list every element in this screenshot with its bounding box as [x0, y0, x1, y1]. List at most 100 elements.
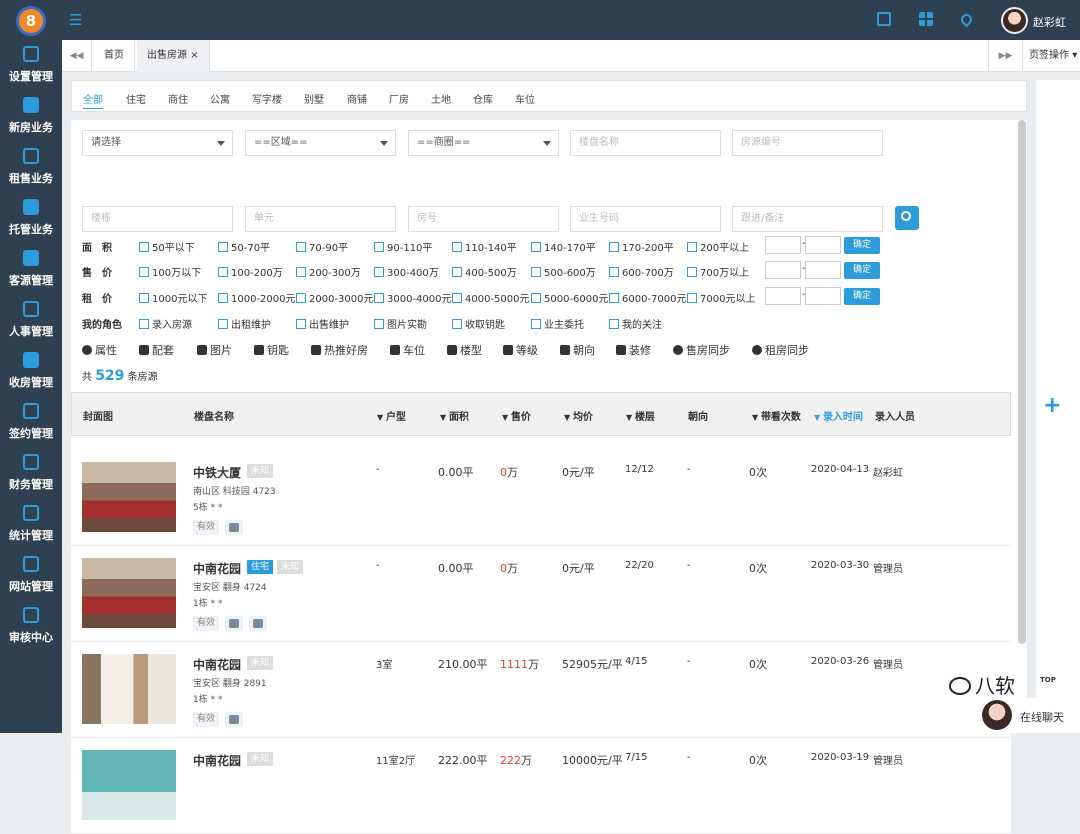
col-avg-price[interactable]: 均价: [564, 408, 593, 423]
rent-confirm-button[interactable]: 确定: [844, 288, 880, 305]
role-option[interactable]: 录入房源: [139, 316, 192, 331]
type-tab-warehouse[interactable]: 仓库: [473, 91, 493, 106]
type-tab-factory[interactable]: 厂房: [389, 91, 409, 106]
rent-option[interactable]: 2000-3000元: [296, 290, 374, 305]
price-option[interactable]: 500-600万: [531, 264, 596, 279]
feature-hot[interactable]: 热推好房: [311, 342, 368, 358]
building-name[interactable]: 中南花园: [193, 560, 241, 577]
feature-rent-sync[interactable]: 租房同步: [752, 342, 809, 358]
area-option[interactable]: 50平以下: [139, 239, 195, 254]
type-tab-commercial-res[interactable]: 商住: [168, 91, 188, 106]
sidebar-item-finance[interactable]: 财务管理: [0, 450, 62, 501]
role-option[interactable]: 我的关注: [609, 316, 662, 331]
role-option[interactable]: 出租维护: [218, 316, 271, 331]
video-badge[interactable]: [249, 616, 267, 631]
cover-image[interactable]: [82, 750, 176, 820]
sidebar-item-hr[interactable]: 人事管理: [0, 297, 62, 348]
area-min-input[interactable]: [765, 236, 801, 254]
col-views[interactable]: 带看次数: [752, 408, 801, 423]
cover-image[interactable]: [82, 654, 176, 724]
table-row[interactable]: 中南花园 未知 宝安区 翻身 2891 1栋 * * 有效 3室 210.00平…: [71, 642, 1011, 738]
role-option[interactable]: 出售维护: [296, 316, 349, 331]
sidebar-item-acquire[interactable]: 收房管理: [0, 348, 62, 399]
room-input[interactable]: 房号: [408, 206, 559, 232]
rent-option[interactable]: 7000元以上: [687, 290, 755, 305]
tab-scroll-right-icon[interactable]: ▶▶: [988, 40, 1022, 72]
sidebar-item-clients[interactable]: 客源管理: [0, 246, 62, 297]
price-confirm-button[interactable]: 确定: [844, 262, 880, 279]
price-max-input[interactable]: [805, 261, 841, 279]
add-listing-plus-icon[interactable]: +: [1043, 393, 1061, 418]
owner-phone-input[interactable]: 业主号码: [570, 206, 721, 232]
contact-badge[interactable]: [225, 712, 243, 727]
price-option[interactable]: 100万以下: [139, 264, 201, 279]
area-option[interactable]: 200平以上: [687, 239, 749, 254]
feature-level[interactable]: 等级: [503, 342, 538, 358]
area-option[interactable]: 90-110平: [374, 239, 432, 254]
tab-sale-listings[interactable]: 出售房源 ×: [137, 40, 210, 72]
tab-home[interactable]: 首页: [94, 40, 135, 72]
sidebar-item-rent-sale[interactable]: 租售业务: [0, 144, 62, 195]
rent-option[interactable]: 3000-4000元: [374, 290, 452, 305]
building-name-input[interactable]: 楼盘名称: [570, 130, 721, 156]
rent-option[interactable]: 1000-2000元: [218, 290, 296, 305]
feature-keys[interactable]: 钥匙: [254, 342, 289, 358]
table-row[interactable]: 中铁大厦 未知 南山区 科技园 4723 5栋 * * 有效 - 0.00平 0…: [71, 450, 1011, 546]
feature-decoration[interactable]: 装修: [616, 342, 651, 358]
area-option[interactable]: 110-140平: [452, 239, 517, 254]
sidebar-item-new-house[interactable]: 新房业务: [0, 93, 62, 144]
business-area-select[interactable]: ==商圈==: [408, 130, 559, 156]
table-row[interactable]: 中南花园 住宅 未知 宝安区 翻身 4724 1栋 * * 有效 - 0.00平…: [71, 546, 1011, 642]
price-option[interactable]: 400-500万: [452, 264, 517, 279]
rent-option[interactable]: 1000元以下: [139, 290, 207, 305]
apps-grid-icon[interactable]: [919, 12, 933, 26]
role-option[interactable]: 收取钥匙: [452, 316, 505, 331]
rent-option[interactable]: 6000-7000元: [609, 290, 687, 305]
search-button[interactable]: [895, 206, 919, 230]
building-name[interactable]: 中南花园: [193, 656, 241, 673]
house-no-input[interactable]: 房源编号: [732, 130, 883, 156]
role-option[interactable]: 业主委托: [531, 316, 584, 331]
sidebar-item-website[interactable]: 网站管理: [0, 552, 62, 603]
contact-badge[interactable]: [225, 520, 243, 535]
area-option[interactable]: 50-70平: [218, 239, 270, 254]
price-min-input[interactable]: [765, 261, 801, 279]
category-select[interactable]: 请选择: [82, 130, 233, 156]
col-area[interactable]: 面积: [440, 408, 469, 423]
role-option[interactable]: 图片实勘: [374, 316, 427, 331]
block-input[interactable]: 楼栋: [82, 206, 233, 232]
col-price[interactable]: 售价: [502, 408, 531, 423]
price-option[interactable]: 600-700万: [609, 264, 674, 279]
feature-parking[interactable]: 车位: [390, 342, 425, 358]
unit-input[interactable]: 单元: [245, 206, 396, 232]
cover-image[interactable]: [82, 558, 176, 628]
vertical-scrollbar[interactable]: [1018, 120, 1026, 644]
tab-scroll-left-icon[interactable]: ◀◀: [62, 40, 92, 72]
tab-options-menu[interactable]: 页签操作 ▾: [1022, 40, 1080, 72]
building-name[interactable]: 中铁大厦: [193, 464, 241, 481]
district-select[interactable]: ==区域==: [245, 130, 396, 156]
logo[interactable]: 8: [16, 6, 46, 36]
type-tab-apartment[interactable]: 公寓: [210, 91, 230, 106]
sidebar-item-stats[interactable]: 统计管理: [0, 501, 62, 552]
col-entry-time[interactable]: 录入时间: [814, 408, 863, 423]
rent-min-input[interactable]: [765, 287, 801, 305]
price-option[interactable]: 200-300万: [296, 264, 361, 279]
col-floor[interactable]: 楼层: [626, 408, 655, 423]
rent-max-input[interactable]: [805, 287, 841, 305]
menu-toggle-icon[interactable]: ☰: [69, 11, 82, 29]
area-max-input[interactable]: [805, 236, 841, 254]
type-tab-parking[interactable]: 车位: [515, 91, 535, 106]
price-option[interactable]: 300-400万: [374, 264, 439, 279]
type-tab-land[interactable]: 土地: [431, 91, 451, 106]
sidebar-item-settings[interactable]: 设置管理: [0, 42, 62, 93]
type-tab-shop[interactable]: 商铺: [347, 91, 367, 106]
building-name[interactable]: 中南花园: [193, 752, 241, 769]
sidebar-item-contract[interactable]: 签约管理: [0, 399, 62, 450]
feature-sale-sync[interactable]: 售房同步: [673, 342, 730, 358]
area-confirm-button[interactable]: 确定: [844, 237, 880, 254]
type-tab-office[interactable]: 写字楼: [252, 91, 282, 106]
feature-orientation[interactable]: 朝向: [560, 342, 595, 358]
type-tab-all[interactable]: 全部: [83, 91, 103, 106]
tab-close-icon[interactable]: ×: [190, 50, 198, 61]
